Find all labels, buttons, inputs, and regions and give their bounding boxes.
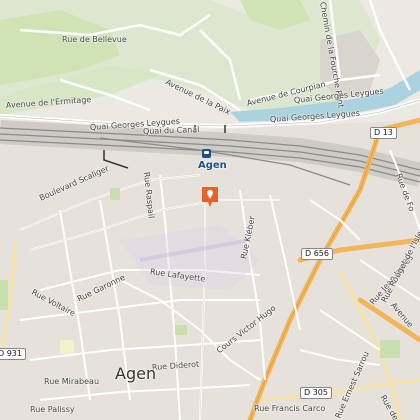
road-shield-d305: D 305: [300, 387, 332, 399]
road-shield-d931: D 931: [0, 348, 26, 360]
street-label-rue-francis-carco: Rue Francis Carco: [254, 404, 326, 413]
road-shield-d656: D 656: [301, 248, 333, 260]
station-label: Agen: [198, 160, 227, 171]
train-station-icon[interactable]: [202, 149, 211, 158]
street-label-rue-bellevue: Rue de Bellevue: [62, 35, 127, 44]
street-label-rue-palissy: Rue Palissy: [30, 405, 75, 414]
street-label-rue-mirabeau: Rue Mirabeau: [44, 377, 100, 386]
city-label: Agen: [115, 364, 157, 383]
road-shield-d13: D 13: [370, 127, 397, 139]
map-base: [0, 0, 420, 420]
location-marker-icon[interactable]: [201, 186, 219, 208]
map-canvas[interactable]: Rue de Bellevue Chemin de la Fourche Pon…: [0, 0, 420, 420]
